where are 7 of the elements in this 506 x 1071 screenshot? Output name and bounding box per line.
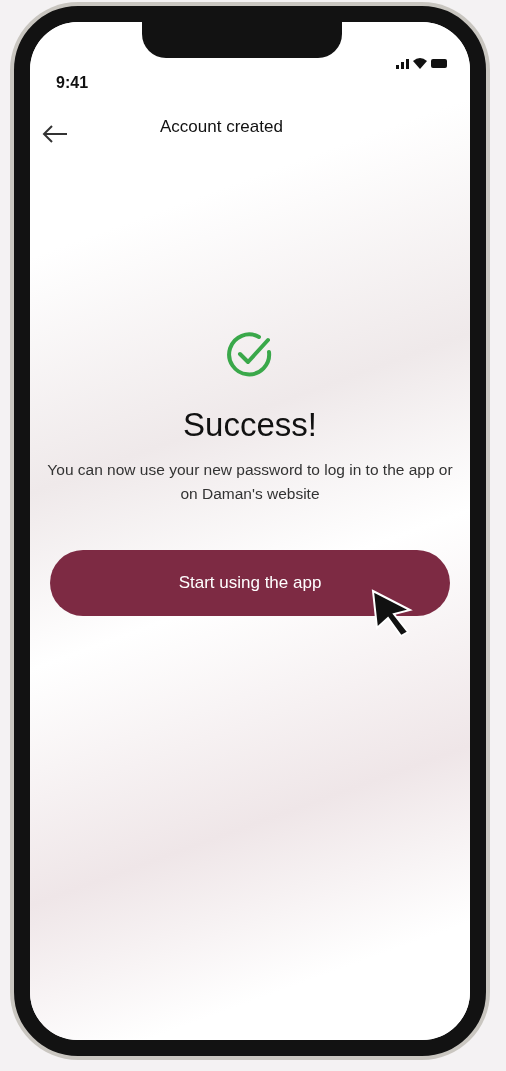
header-title: Account created bbox=[160, 117, 283, 137]
back-arrow-icon[interactable] bbox=[42, 124, 68, 144]
success-message: You can now use your new password to log in to the app or on Daman's website bbox=[46, 460, 454, 504]
success-title: Success! bbox=[183, 406, 317, 444]
start-button[interactable]: Start using the app bbox=[50, 550, 450, 617]
status-time: 9:41 bbox=[56, 74, 89, 92]
status-icons bbox=[396, 56, 448, 70]
